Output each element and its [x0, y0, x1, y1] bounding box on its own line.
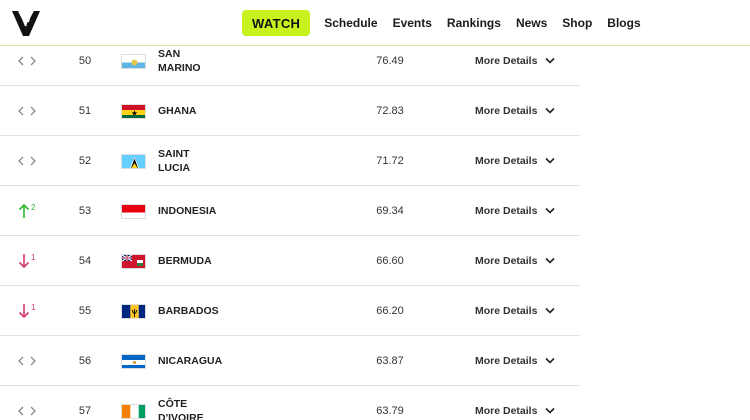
rank-number: 52 — [78, 155, 92, 167]
main-nav: WATCH Schedule Events Rankings News Shop… — [242, 10, 656, 36]
unchanged-icon — [18, 106, 36, 116]
more-details-label: More Details — [475, 355, 538, 367]
top-navigation-bar: WATCH Schedule Events Rankings News Shop… — [0, 0, 750, 46]
more-details-button[interactable]: More Details — [475, 136, 556, 186]
country-name: GHANA — [158, 105, 197, 117]
arrow-up-icon — [18, 203, 30, 218]
chevron-down-icon — [537, 205, 556, 217]
country-name: NICARAGUA — [158, 355, 223, 367]
rankings-table: 50 SAN MARINO 76.49 More Details 51 GHAN… — [0, 36, 580, 420]
more-details-label: More Details — [475, 105, 538, 117]
watch-button[interactable]: WATCH — [242, 10, 311, 36]
more-details-button[interactable]: More Details — [475, 236, 556, 286]
unchanged-icon — [18, 406, 36, 416]
rank-number: 56 — [78, 355, 92, 367]
rank-number: 55 — [78, 305, 92, 317]
saint-lucia-flag — [121, 154, 146, 169]
ghana-flag — [121, 104, 146, 119]
unchanged-icon — [18, 56, 36, 66]
chevron-down-icon — [537, 305, 556, 317]
trend-indicator: 1 — [18, 236, 48, 286]
chevron-down-icon — [537, 355, 556, 367]
indonesia-flag — [121, 204, 146, 219]
table-row: 2 53 INDONESIA 69.34 More Details — [0, 186, 580, 236]
trend-indicator — [18, 136, 48, 186]
nav-link-shop[interactable]: Shop — [562, 16, 592, 30]
nav-link-blogs[interactable]: Blogs — [607, 16, 640, 30]
more-details-button[interactable]: More Details — [475, 286, 556, 336]
table-row: 52 SAINT LUCIA 71.72 More Details — [0, 136, 580, 186]
nicaragua-flag — [121, 354, 146, 369]
nav-link-news[interactable]: News — [516, 16, 547, 30]
points-value: 63.87 — [376, 355, 404, 367]
more-details-label: More Details — [475, 305, 538, 317]
points-value: 66.60 — [376, 255, 404, 267]
points-value: 63.79 — [376, 405, 404, 417]
cote-divoire-flag — [121, 404, 146, 419]
country-name: BARBADOS — [158, 305, 219, 317]
chevron-down-icon — [537, 255, 556, 267]
more-details-button[interactable]: More Details — [475, 86, 556, 136]
rank-number: 54 — [78, 255, 92, 267]
san-marino-flag — [121, 54, 146, 69]
chevron-down-icon — [537, 155, 556, 167]
trend-indicator: 2 — [18, 186, 48, 236]
more-details-label: More Details — [475, 405, 538, 417]
table-row: 1 54 BERMUDA 66.60 More Details — [0, 236, 580, 286]
nav-link-rankings[interactable]: Rankings — [447, 16, 501, 30]
rank-change: 2 — [31, 202, 36, 212]
points-value: 69.34 — [376, 205, 404, 217]
unchanged-icon — [18, 156, 36, 166]
chevron-down-icon — [537, 55, 556, 67]
points-value: 72.83 — [376, 105, 404, 117]
points-value: 66.20 — [376, 305, 404, 317]
more-details-label: More Details — [475, 55, 538, 67]
nav-link-events[interactable]: Events — [393, 16, 432, 30]
trend-indicator: 1 — [18, 286, 48, 336]
unchanged-icon — [18, 356, 36, 366]
rank-change: 1 — [31, 302, 36, 312]
table-row: 1 55 BARBADOS 66.20 More Details — [0, 286, 580, 336]
country-name: SAINT LUCIA — [158, 148, 191, 174]
rank-change: 1 — [31, 252, 36, 262]
arrow-down-icon — [18, 304, 30, 319]
trend-indicator — [18, 386, 48, 420]
points-value: 71.72 — [376, 155, 404, 167]
more-details-label: More Details — [475, 205, 538, 217]
table-row: 51 GHANA 72.83 More Details — [0, 86, 580, 136]
country-name: INDONESIA — [158, 205, 217, 217]
rank-number: 51 — [78, 105, 92, 117]
trend-indicator — [18, 336, 48, 386]
more-details-button[interactable]: More Details — [475, 186, 556, 236]
rank-number: 57 — [78, 405, 92, 417]
country-name: CÔTE D'IVOIRE — [158, 398, 204, 420]
bermuda-flag — [121, 254, 146, 269]
rank-number: 53 — [78, 205, 92, 217]
country-name: BERMUDA — [158, 255, 212, 267]
more-details-label: More Details — [475, 155, 538, 167]
trend-indicator — [18, 86, 48, 136]
table-row: 56 NICARAGUA 63.87 More Details — [0, 336, 580, 386]
chevron-down-icon — [537, 405, 556, 417]
chevron-down-icon — [537, 105, 556, 117]
barbados-flag — [121, 304, 146, 319]
more-details-button[interactable]: More Details — [475, 336, 556, 386]
arrow-down-icon — [18, 254, 30, 269]
more-details-label: More Details — [475, 255, 538, 267]
nav-link-schedule[interactable]: Schedule — [324, 16, 377, 30]
more-details-button[interactable]: More Details — [475, 386, 556, 420]
table-row: 57 CÔTE D'IVOIRE 63.79 More Details — [0, 386, 580, 420]
volleyball-world-logo-icon[interactable] — [10, 8, 42, 38]
